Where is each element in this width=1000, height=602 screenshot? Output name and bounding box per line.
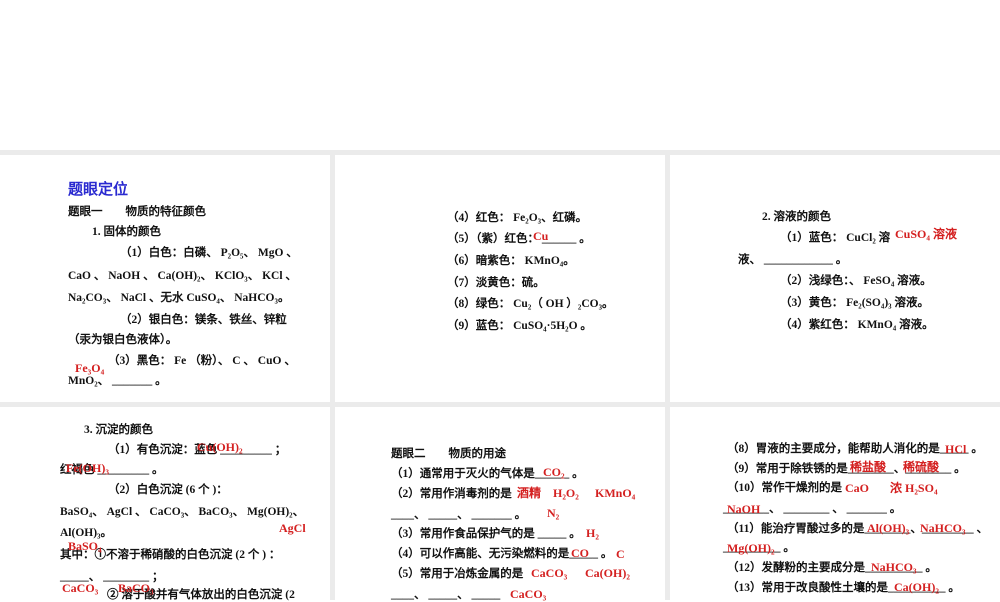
answer-text: CaCO₃ [510,587,547,601]
answer-text: CuSO₄ 溶液 [895,227,957,241]
text-line: （2）白色沉淀 (6 个 )： [108,484,228,496]
text-line: CaO 、 NaOH 、 Ca(OH)₂、 KClO₃、 KCl 、 [68,270,297,282]
subheading: 2. 溶液的颜色 [762,211,831,223]
text-line: ____、 _____、 _______ 。 [391,509,527,521]
answer-text: KMnO₄ [595,486,636,500]
answer-text: NaHCO₃ [871,560,917,574]
answer-text: Fe(OH)₃ [66,461,109,475]
answer-text: NaHCO₃ [920,521,966,535]
answer-text: Cu(OH)₂ [197,440,243,454]
answer-text: Al(OH)₃ [867,521,910,535]
text-line: （5）（紫）红色： ______ 。 [447,233,591,245]
text-line: （6）暗紫色： KMnO₄。 [447,255,575,267]
answer-text: 稀硫酸 [903,460,940,474]
text-line: （3）黑色： Fe （粉）、 C 、 CuO 、 [108,355,296,367]
answer-text: CO [571,546,589,560]
answer-text: H₂O₂ [553,486,579,500]
text-line: （4）紫红色： KMnO₄ 溶液。 [780,319,934,331]
section-heading: 题眼二 物质的用途 [391,448,506,460]
text-line: MnO₂、 _______ 。 [68,375,167,387]
slide-thumbnail-4[interactable] [0,407,330,600]
text-line: （3）常用作食品保护气的是 _____ 。 [391,528,581,540]
text-line: （3）黄色： Fe₂(SO₄)₃ 溶液。 [780,297,929,309]
section-heading: 题眼一 物质的特征颜色 [68,206,206,218]
answer-text: CO₂ [543,465,565,479]
text-line: Na₂CO₃、 NaCl 、无水 CuSO₄、 NaHCO₃。 [68,292,290,304]
answer-text: Cu [533,229,549,243]
text-line: （1）蓝色： CuCl₂ 溶 [780,232,891,244]
answer-text: Fe₃O₄ [75,361,105,375]
answer-text: 酒精 [517,486,542,500]
answer-text: AgCl [279,521,306,535]
answer-text: 浓 H₂SO₄ [890,481,938,495]
text-line: BaSO₄、 AgCl 、 CaCO₃、 BaCO₃、 Mg(OH)₂、 [60,506,305,518]
answer-text: C [616,547,625,561]
answer-text: H₂ [586,526,599,540]
answer-text: CaCO₃ [531,566,568,580]
text-line: （5）常用于冶炼金属的是 [391,568,524,580]
text-line: （10）常作干燥剂的是 [727,482,842,494]
text-line: （8）绿色： Cu₂（ OH ）₂CO₃。 [447,298,614,310]
answer-text: Ca(OH)₂ [894,580,939,594]
text-line: （9）蓝色： CuSO₄·5H₂O 。 [447,320,592,332]
answer-text: CaCO₃ [62,581,99,595]
text-line: （2）浅绿色：、 FeSO₄ 溶液。 [780,275,932,287]
answer-text: BaSO₄ [68,539,102,553]
text-line: Al(OH)₃。 [60,527,112,539]
answer-text: N₂ [547,506,560,520]
text-line: （1）白色：白磷、 P₂O₅、 MgO 、 [120,247,298,259]
answer-text: HCl [945,442,967,456]
text-line: （7）淡黄色：硫。 [447,277,545,289]
answer-text: Ca(OH)₂ [585,566,630,580]
answer-text: 稀盐酸 [850,460,887,474]
subheading: 1. 固体的颜色 [92,226,161,238]
text-line: （2）银白色：镁条、铁丝、锌粒 [120,314,287,326]
text-line: （4）红色： Fe₂O₃、红磷。 [447,212,588,224]
text-line: 液、 ____________ 。 [738,254,848,266]
answer-text: Mg(OH)₂ [727,541,775,555]
answer-text: NaOH [727,502,761,516]
text-line: （汞为银白色液体）。 [68,334,178,346]
answer-text: BaCO₃ [118,581,154,595]
subheading: 3. 沉淀的颜色 [84,424,153,436]
answer-text: CaO [845,481,869,495]
slide-title: 题眼定位 [68,182,129,198]
text-line: （2）常用作消毒剂的是 [391,488,512,500]
